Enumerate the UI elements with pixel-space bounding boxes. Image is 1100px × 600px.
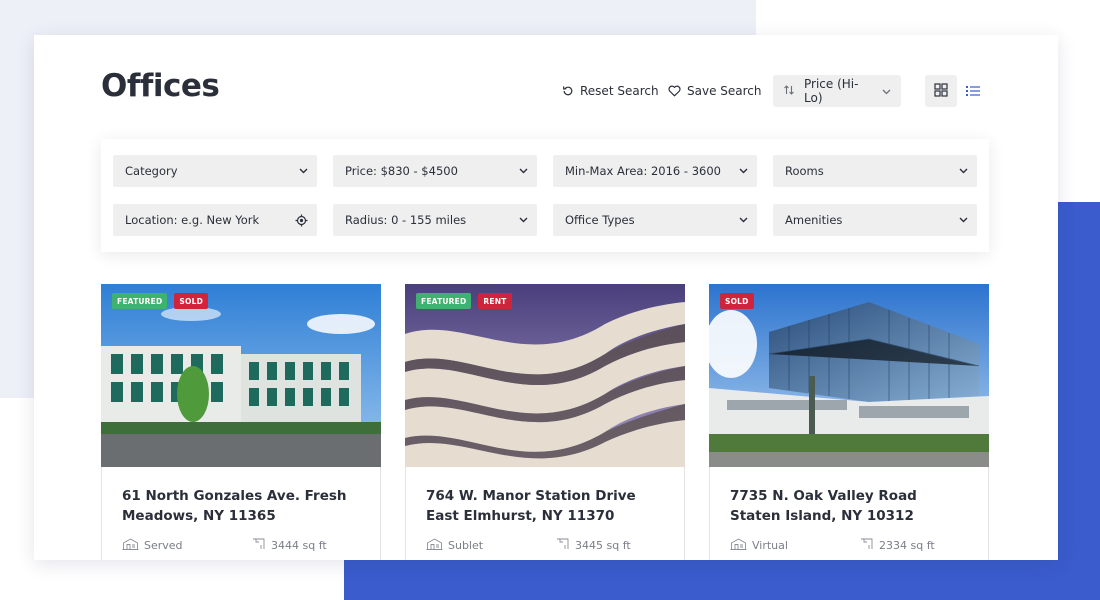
featured-badge: FEATURED (416, 293, 472, 309)
area-range-select[interactable]: Min-Max Area: 2016 - 3600 (553, 155, 757, 187)
filter-box: Category Price: $830 - $4500 Min-Max Are… (101, 139, 989, 252)
chevron-down-icon (959, 217, 968, 223)
office-area: 3445 sq ft (556, 538, 631, 553)
listing-card[interactable]: SOLD 7735 N. Oak Valley Road Staten Isla… (709, 284, 989, 560)
office-area: 3444 sq ft (252, 538, 327, 553)
chevron-down-icon (739, 217, 748, 223)
office-type-label: Served (144, 539, 183, 552)
sort-label: Price (Hi-Lo) (804, 77, 859, 105)
status-badge: SOLD (720, 293, 754, 309)
price-range-select[interactable]: Price: $830 - $4500 (333, 155, 537, 187)
grid-view-icon (934, 82, 948, 101)
chevron-down-icon (739, 168, 748, 174)
page-title: Offices (101, 68, 220, 104)
sort-dropdown[interactable]: Price (Hi-Lo) (773, 75, 901, 107)
badge-group: FEATURED RENT (416, 293, 512, 309)
listing-panel: Offices Reset Search Save Search Price (… (34, 35, 1058, 560)
featured-badge: FEATURED (112, 293, 168, 309)
floor-area-icon (860, 538, 874, 553)
chevron-down-icon (959, 168, 968, 174)
listing-card[interactable]: FEATURED SOLD 61 North Gonzales Ave. Fre… (101, 284, 381, 560)
location-input[interactable] (125, 213, 285, 227)
radius-select-label: Radius: 0 - 155 miles (345, 213, 467, 227)
property-photo[interactable] (709, 284, 989, 467)
heart-icon (668, 85, 681, 97)
chevron-down-icon (519, 217, 528, 223)
office-area-label: 3444 sq ft (271, 539, 327, 552)
radius-select[interactable]: Radius: 0 - 155 miles (333, 204, 537, 236)
status-badge: SOLD (174, 293, 208, 309)
office-area-label: 2334 sq ft (879, 539, 935, 552)
listing-address[interactable]: 764 W. Manor Station Drive East Elmhurst… (426, 486, 666, 526)
office-type: Sublet (426, 538, 483, 553)
chevron-down-icon (299, 168, 308, 174)
floor-area-icon (556, 538, 570, 553)
floor-area-icon (252, 538, 266, 553)
category-select[interactable]: Category (113, 155, 317, 187)
rooms-select[interactable]: Rooms (773, 155, 977, 187)
listing-address[interactable]: 7735 N. Oak Valley Road Staten Island, N… (730, 486, 970, 526)
badge-group: SOLD (720, 293, 754, 309)
crosshair-icon[interactable] (295, 214, 308, 227)
sort-arrows-icon (783, 84, 795, 99)
rooms-select-label: Rooms (785, 164, 824, 178)
save-search-button[interactable]: Save Search (668, 82, 762, 100)
badge-group: FEATURED SOLD (112, 293, 208, 309)
category-select-label: Category (125, 164, 178, 178)
price-range-label: Price: $830 - $4500 (345, 164, 458, 178)
property-photo[interactable] (405, 284, 685, 467)
chevron-down-icon (882, 84, 891, 98)
office-area-label: 3445 sq ft (575, 539, 631, 552)
chevron-down-icon (519, 168, 528, 174)
office-type-label: Virtual (752, 539, 788, 552)
building-icon (730, 538, 747, 553)
building-icon (426, 538, 443, 553)
office-types-select[interactable]: Office Types (553, 204, 757, 236)
office-type-label: Sublet (448, 539, 484, 552)
status-badge: RENT (478, 293, 512, 309)
listing-card[interactable]: FEATURED RENT 764 W. Manor Station Drive… (405, 284, 685, 560)
area-range-label: Min-Max Area: 2016 - 3600 (565, 164, 721, 178)
reset-search-label: Reset Search (580, 84, 659, 98)
amenities-select-label: Amenities (785, 213, 843, 227)
grid-view-button[interactable] (925, 75, 957, 107)
listing-address[interactable]: 61 North Gonzales Ave. Fresh Meadows, NY… (122, 486, 362, 526)
reset-search-button[interactable]: Reset Search (562, 82, 659, 100)
office-type: Virtual (730, 538, 788, 553)
location-field[interactable] (113, 204, 317, 236)
save-search-label: Save Search (687, 84, 762, 98)
building-icon (122, 538, 139, 553)
office-type: Served (122, 538, 183, 553)
property-photo[interactable] (101, 284, 381, 467)
list-view-button[interactable] (957, 75, 989, 107)
list-view-icon (966, 82, 980, 101)
amenities-select[interactable]: Amenities (773, 204, 977, 236)
reset-icon (562, 85, 574, 97)
office-types-label: Office Types (565, 213, 635, 227)
office-area: 2334 sq ft (860, 538, 935, 553)
